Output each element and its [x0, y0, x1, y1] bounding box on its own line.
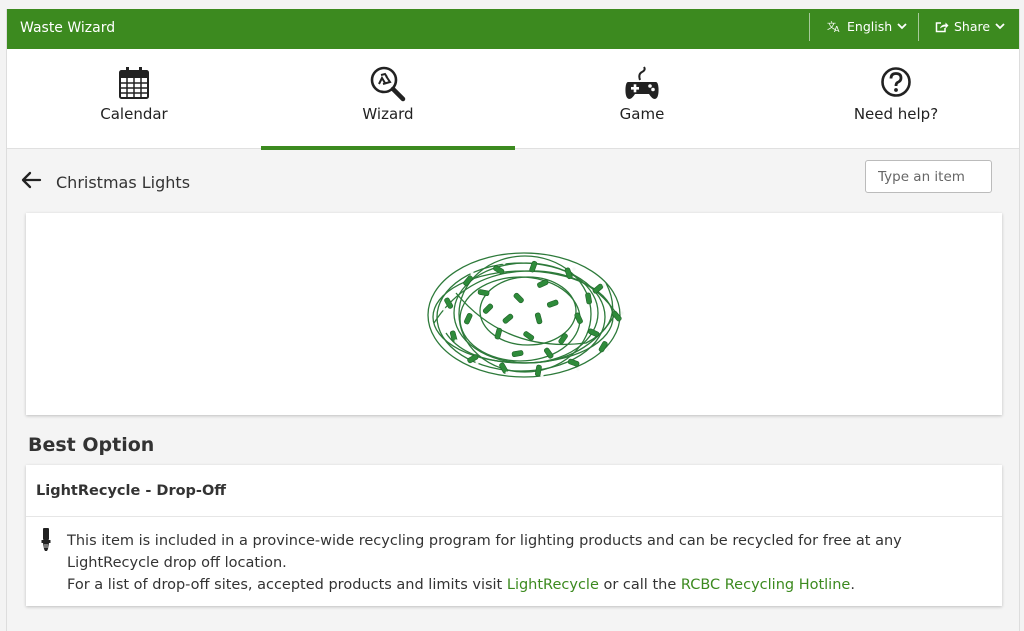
item-image-card [26, 213, 1002, 415]
option-description: This item is included in a province-wide… [67, 530, 967, 596]
lightrecycle-link[interactable]: LightRecycle [507, 577, 599, 593]
chevron-down-icon [995, 23, 1005, 30]
option-text: or call the [598, 577, 681, 593]
language-label: English [847, 19, 893, 34]
page-title: Christmas Lights [56, 173, 191, 192]
nav-label: Need help? [853, 105, 939, 123]
svg-text:A: A [834, 25, 840, 33]
option-text: . [850, 577, 855, 593]
recycle-search-icon [370, 66, 406, 102]
main-nav: Calendar Wizard Game Need help? [7, 49, 1019, 150]
divider [918, 13, 919, 41]
best-option-card: LightRecycle - Drop-Off This item is inc… [26, 465, 1002, 606]
share-icon [935, 21, 949, 32]
calendar-icon [119, 67, 149, 99]
nav-game[interactable]: Game [515, 49, 769, 149]
translate-icon: 文 A [827, 20, 840, 33]
christmas-lights-image [427, 252, 624, 378]
option-title: LightRecycle - Drop-Off [36, 483, 227, 499]
nav-label: Calendar [100, 105, 168, 123]
nav-need-help[interactable]: Need help? [769, 49, 1023, 149]
help-circle-icon [881, 67, 911, 97]
share-label: Share [954, 19, 991, 34]
chevron-down-icon [897, 23, 907, 30]
nav-label: Game [619, 105, 665, 123]
option-text: This item is included in a province-wide… [67, 533, 902, 571]
divider [26, 516, 1002, 517]
share-button[interactable]: Share [935, 19, 1005, 34]
light-bulb-icon [41, 528, 51, 551]
active-tab-indicator [261, 146, 515, 150]
option-text: For a list of drop-off sites, accepted p… [67, 577, 507, 593]
language-button[interactable]: 文 A English [827, 19, 907, 34]
nav-wizard[interactable]: Wizard [261, 49, 515, 150]
back-arrow-icon[interactable] [20, 171, 42, 189]
nav-label: Wizard [362, 105, 414, 123]
best-option-heading: Best Option [28, 434, 155, 456]
app-title: Waste Wizard [20, 20, 116, 36]
search-input[interactable] [865, 160, 992, 193]
rcbc-hotline-link[interactable]: RCBC Recycling Hotline [681, 577, 850, 593]
top-bar: Waste Wizard 文 A English Share [7, 9, 1019, 49]
gamepad-icon [625, 66, 659, 99]
app-frame: Waste Wizard 文 A English Share Calendar … [6, 9, 1020, 631]
nav-calendar[interactable]: Calendar [7, 49, 261, 149]
divider [809, 13, 810, 41]
